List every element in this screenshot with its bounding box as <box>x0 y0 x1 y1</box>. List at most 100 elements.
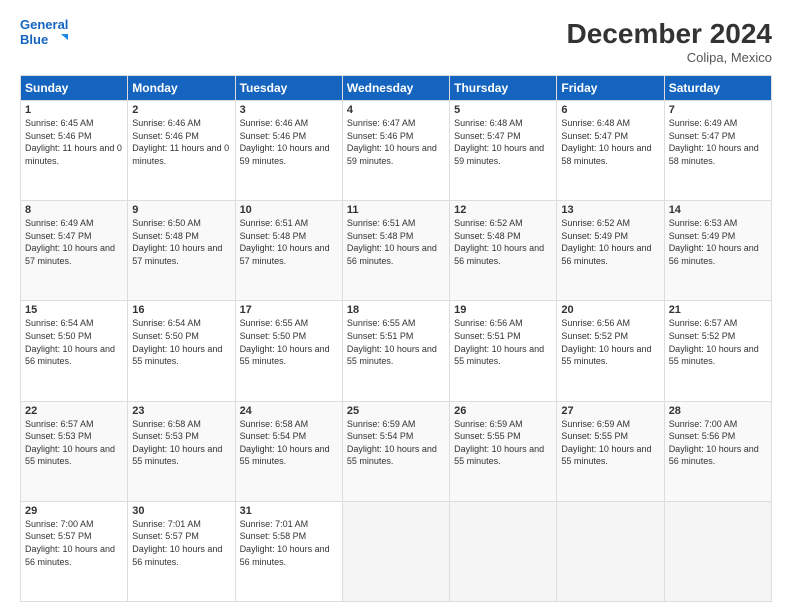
day-info: Sunrise: 6:54 AM Sunset: 5:50 PM Dayligh… <box>132 317 230 367</box>
day-info: Sunrise: 6:51 AM Sunset: 5:48 PM Dayligh… <box>240 217 338 267</box>
day-info: Sunrise: 6:57 AM Sunset: 5:53 PM Dayligh… <box>25 418 123 468</box>
day-info: Sunrise: 6:55 AM Sunset: 5:51 PM Dayligh… <box>347 317 445 367</box>
day-info: Sunrise: 6:58 AM Sunset: 5:53 PM Dayligh… <box>132 418 230 468</box>
calendar-page: GeneralBlue December 2024 Colipa, Mexico… <box>0 0 792 612</box>
day-number: 7 <box>669 104 767 116</box>
table-row: 10 Sunrise: 6:51 AM Sunset: 5:48 PM Dayl… <box>235 201 342 301</box>
day-number: 1 <box>25 104 123 116</box>
day-info: Sunrise: 6:56 AM Sunset: 5:52 PM Dayligh… <box>561 317 659 367</box>
table-row: 16 Sunrise: 6:54 AM Sunset: 5:50 PM Dayl… <box>128 301 235 401</box>
day-info: Sunrise: 6:58 AM Sunset: 5:54 PM Dayligh… <box>240 418 338 468</box>
day-number: 25 <box>347 405 445 417</box>
day-number: 2 <box>132 104 230 116</box>
day-number: 8 <box>25 204 123 216</box>
table-row: 17 Sunrise: 6:55 AM Sunset: 5:50 PM Dayl… <box>235 301 342 401</box>
table-row: 28 Sunrise: 7:00 AM Sunset: 5:56 PM Dayl… <box>664 401 771 501</box>
day-info: Sunrise: 6:59 AM Sunset: 5:55 PM Dayligh… <box>561 418 659 468</box>
day-info: Sunrise: 6:49 AM Sunset: 5:47 PM Dayligh… <box>25 217 123 267</box>
table-row: 29 Sunrise: 7:00 AM Sunset: 5:57 PM Dayl… <box>21 501 128 601</box>
day-number: 16 <box>132 304 230 316</box>
table-row <box>450 501 557 601</box>
table-row: 30 Sunrise: 7:01 AM Sunset: 5:57 PM Dayl… <box>128 501 235 601</box>
table-row: 22 Sunrise: 6:57 AM Sunset: 5:53 PM Dayl… <box>21 401 128 501</box>
day-number: 6 <box>561 104 659 116</box>
day-info: Sunrise: 6:59 AM Sunset: 5:54 PM Dayligh… <box>347 418 445 468</box>
col-tuesday: Tuesday <box>235 76 342 101</box>
col-thursday: Thursday <box>450 76 557 101</box>
table-row: 18 Sunrise: 6:55 AM Sunset: 5:51 PM Dayl… <box>342 301 449 401</box>
day-number: 12 <box>454 204 552 216</box>
calendar-week-row: 22 Sunrise: 6:57 AM Sunset: 5:53 PM Dayl… <box>21 401 772 501</box>
table-row: 20 Sunrise: 6:56 AM Sunset: 5:52 PM Dayl… <box>557 301 664 401</box>
table-row <box>664 501 771 601</box>
table-row: 19 Sunrise: 6:56 AM Sunset: 5:51 PM Dayl… <box>450 301 557 401</box>
day-info: Sunrise: 6:56 AM Sunset: 5:51 PM Dayligh… <box>454 317 552 367</box>
day-info: Sunrise: 6:46 AM Sunset: 5:46 PM Dayligh… <box>132 117 230 167</box>
table-row: 1 Sunrise: 6:45 AM Sunset: 5:46 PM Dayli… <box>21 101 128 201</box>
day-number: 18 <box>347 304 445 316</box>
table-row: 12 Sunrise: 6:52 AM Sunset: 5:48 PM Dayl… <box>450 201 557 301</box>
calendar-header-row: Sunday Monday Tuesday Wednesday Thursday… <box>21 76 772 101</box>
day-info: Sunrise: 6:53 AM Sunset: 5:49 PM Dayligh… <box>669 217 767 267</box>
calendar-week-row: 8 Sunrise: 6:49 AM Sunset: 5:47 PM Dayli… <box>21 201 772 301</box>
day-number: 5 <box>454 104 552 116</box>
logo-bird-icon <box>54 33 68 47</box>
day-info: Sunrise: 7:01 AM Sunset: 5:57 PM Dayligh… <box>132 518 230 568</box>
day-number: 13 <box>561 204 659 216</box>
calendar-week-row: 1 Sunrise: 6:45 AM Sunset: 5:46 PM Dayli… <box>21 101 772 201</box>
day-info: Sunrise: 6:45 AM Sunset: 5:46 PM Dayligh… <box>25 117 123 167</box>
day-number: 24 <box>240 405 338 417</box>
day-number: 10 <box>240 204 338 216</box>
table-row: 4 Sunrise: 6:47 AM Sunset: 5:46 PM Dayli… <box>342 101 449 201</box>
day-number: 4 <box>347 104 445 116</box>
day-info: Sunrise: 6:49 AM Sunset: 5:47 PM Dayligh… <box>669 117 767 167</box>
table-row: 13 Sunrise: 6:52 AM Sunset: 5:49 PM Dayl… <box>557 201 664 301</box>
day-info: Sunrise: 7:00 AM Sunset: 5:57 PM Dayligh… <box>25 518 123 568</box>
col-friday: Friday <box>557 76 664 101</box>
calendar-table: Sunday Monday Tuesday Wednesday Thursday… <box>20 75 772 602</box>
table-row: 2 Sunrise: 6:46 AM Sunset: 5:46 PM Dayli… <box>128 101 235 201</box>
day-number: 28 <box>669 405 767 417</box>
day-info: Sunrise: 6:51 AM Sunset: 5:48 PM Dayligh… <box>347 217 445 267</box>
day-number: 17 <box>240 304 338 316</box>
day-number: 20 <box>561 304 659 316</box>
table-row: 7 Sunrise: 6:49 AM Sunset: 5:47 PM Dayli… <box>664 101 771 201</box>
day-number: 19 <box>454 304 552 316</box>
calendar-week-row: 15 Sunrise: 6:54 AM Sunset: 5:50 PM Dayl… <box>21 301 772 401</box>
day-number: 27 <box>561 405 659 417</box>
day-number: 23 <box>132 405 230 417</box>
day-number: 21 <box>669 304 767 316</box>
day-number: 14 <box>669 204 767 216</box>
day-info: Sunrise: 6:46 AM Sunset: 5:46 PM Dayligh… <box>240 117 338 167</box>
col-monday: Monday <box>128 76 235 101</box>
month-title: December 2024 <box>567 18 772 50</box>
day-number: 15 <box>25 304 123 316</box>
day-number: 30 <box>132 505 230 517</box>
header: GeneralBlue December 2024 Colipa, Mexico <box>20 18 772 65</box>
title-block: December 2024 Colipa, Mexico <box>567 18 772 65</box>
day-number: 3 <box>240 104 338 116</box>
table-row: 5 Sunrise: 6:48 AM Sunset: 5:47 PM Dayli… <box>450 101 557 201</box>
logo: GeneralBlue <box>20 18 68 51</box>
day-info: Sunrise: 6:47 AM Sunset: 5:46 PM Dayligh… <box>347 117 445 167</box>
table-row: 14 Sunrise: 6:53 AM Sunset: 5:49 PM Dayl… <box>664 201 771 301</box>
table-row <box>557 501 664 601</box>
day-info: Sunrise: 6:59 AM Sunset: 5:55 PM Dayligh… <box>454 418 552 468</box>
day-number: 31 <box>240 505 338 517</box>
table-row: 24 Sunrise: 6:58 AM Sunset: 5:54 PM Dayl… <box>235 401 342 501</box>
table-row: 25 Sunrise: 6:59 AM Sunset: 5:54 PM Dayl… <box>342 401 449 501</box>
col-saturday: Saturday <box>664 76 771 101</box>
day-number: 22 <box>25 405 123 417</box>
day-info: Sunrise: 6:55 AM Sunset: 5:50 PM Dayligh… <box>240 317 338 367</box>
day-number: 26 <box>454 405 552 417</box>
table-row: 6 Sunrise: 6:48 AM Sunset: 5:47 PM Dayli… <box>557 101 664 201</box>
table-row <box>342 501 449 601</box>
location: Colipa, Mexico <box>567 50 772 65</box>
col-wednesday: Wednesday <box>342 76 449 101</box>
day-info: Sunrise: 6:48 AM Sunset: 5:47 PM Dayligh… <box>454 117 552 167</box>
day-info: Sunrise: 7:01 AM Sunset: 5:58 PM Dayligh… <box>240 518 338 568</box>
day-number: 11 <box>347 204 445 216</box>
table-row: 3 Sunrise: 6:46 AM Sunset: 5:46 PM Dayli… <box>235 101 342 201</box>
table-row: 23 Sunrise: 6:58 AM Sunset: 5:53 PM Dayl… <box>128 401 235 501</box>
day-info: Sunrise: 7:00 AM Sunset: 5:56 PM Dayligh… <box>669 418 767 468</box>
